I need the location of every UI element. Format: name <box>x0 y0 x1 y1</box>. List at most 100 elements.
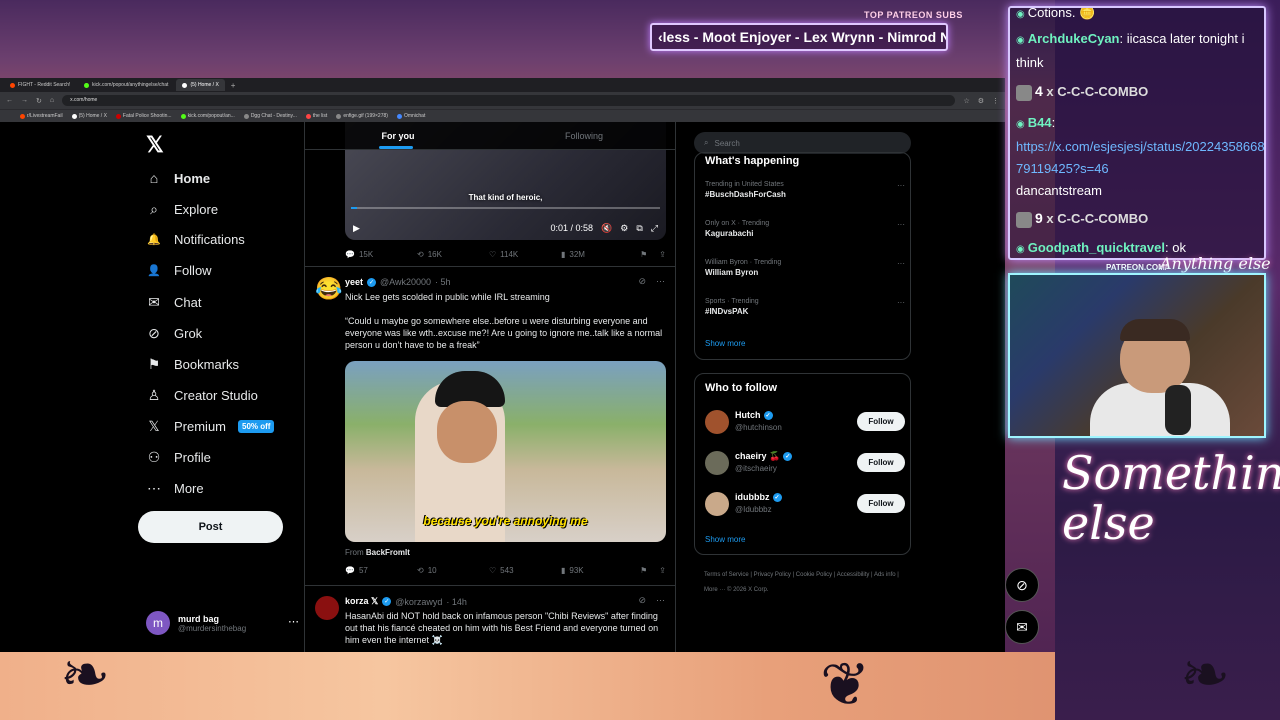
pip-icon[interactable]: ⧉ <box>636 223 642 234</box>
bookmark-item[interactable]: the list <box>305 113 327 119</box>
nav-profile[interactable]: ⚇ Profile <box>146 449 211 466</box>
grok-icon[interactable]: ⊘ <box>638 276 646 287</box>
follow-suggestion[interactable]: idubbbz ✓ @Idubbbz Follow <box>705 490 905 518</box>
more-icon[interactable]: ··· <box>897 220 905 229</box>
tweet[interactable]: 😂 yeet ✓ @Awk20000 · 5h ⊘ ⋯ Nick Lee gets… <box>305 266 675 585</box>
avatar[interactable] <box>315 596 339 620</box>
nav-chat[interactable]: ✉ Chat <box>146 294 201 311</box>
more-icon[interactable]: ··· <box>897 181 905 190</box>
tab-for-you[interactable]: For you <box>305 122 491 149</box>
views-button[interactable]: ▮ 93K <box>561 566 633 575</box>
bookmark-item[interactable]: Omnichat <box>396 113 425 119</box>
home-icon[interactable]: ⌂ <box>50 97 54 104</box>
tweet-video[interactable]: because you're annoying me <box>345 361 666 542</box>
browser-tab[interactable]: kick.com/popout/anythingelse/chat <box>78 79 174 91</box>
more-icon[interactable]: ··· <box>897 298 905 307</box>
more-icon[interactable]: ⋯ <box>656 276 665 287</box>
menu-icon[interactable]: ⋮ <box>992 97 999 105</box>
follow-suggestion[interactable]: chaeiry 🍒 ✓ @itschaeiry Follow <box>705 449 905 477</box>
follow-button[interactable]: Follow <box>857 494 905 513</box>
show-more-link[interactable]: Show more <box>705 535 745 544</box>
nav-explore[interactable]: ⌕ Explore <box>146 201 218 218</box>
reload-icon[interactable]: ↻ <box>36 97 42 105</box>
grok-icon[interactable]: ⊘ <box>638 595 646 606</box>
more-icon[interactable]: ··· <box>897 259 905 268</box>
tweet-author-name[interactable]: yeet <box>345 277 363 287</box>
reply-button[interactable]: 💬 57 <box>345 566 417 575</box>
account-switcher[interactable]: m murd bag @murdersinthebag ⋯ <box>146 611 299 635</box>
nav-home[interactable]: ⌂ Home <box>146 170 210 186</box>
nav-bookmarks[interactable]: ⚑ Bookmarks <box>146 356 239 373</box>
trend-item[interactable]: Sports · Trending #INDvsPAK ··· <box>705 298 905 316</box>
source-name[interactable]: BackFromIt <box>366 548 410 557</box>
tweet-author-handle[interactable]: @Awk20000 <box>380 277 431 287</box>
trend-meta: Trending in United States <box>705 181 784 188</box>
share-icon[interactable]: ⇪ <box>659 566 666 575</box>
trend-item[interactable]: Only on X · Trending Kagurabachi ··· <box>705 220 905 238</box>
patreon-label: TOP PATREON SUBS <box>864 10 963 20</box>
bookmark-item[interactable]: Dgg Chat - Destiny... <box>243 113 297 119</box>
repost-button[interactable]: ⟲ 16K <box>417 250 489 259</box>
bookmark-icon[interactable]: ⚑ <box>640 250 647 259</box>
grok-fab-icon[interactable]: ⊘ <box>1005 568 1039 602</box>
video-progress-bar[interactable] <box>351 207 660 209</box>
follow-suggestion[interactable]: Hutch ✓ @hutchinson Follow <box>705 408 905 436</box>
tweet-author-name[interactable]: korza 𝕏 <box>345 596 378 607</box>
new-tab-icon[interactable]: + <box>231 81 236 90</box>
more-icon[interactable]: ⋯ <box>656 595 665 606</box>
tab-following[interactable]: Following <box>491 122 675 149</box>
footer-links[interactable]: Terms of Service | Privacy Policy | Cook… <box>704 568 914 598</box>
bookmark-item[interactable]: kick.com/popout/an... <box>180 113 235 119</box>
bookmark-item[interactable]: Fatal Police Shootin... <box>115 113 172 119</box>
x-logo-icon[interactable]: 𝕏 <box>146 132 164 158</box>
settings-icon[interactable]: ⚙ <box>620 223 628 234</box>
bookmark-item[interactable]: r/LivestreamFail <box>20 113 63 119</box>
forward-icon[interactable]: → <box>21 97 28 104</box>
nav-follow[interactable]: 👤 Follow <box>146 263 211 278</box>
show-more-link[interactable]: Show more <box>705 339 745 348</box>
nav-more[interactable]: ⋯ More <box>146 480 204 497</box>
avatar[interactable]: 😂 <box>315 277 342 301</box>
back-icon[interactable]: ← <box>6 97 13 104</box>
avatar[interactable] <box>705 451 729 475</box>
chat-badge-icon: ◉ <box>1016 119 1025 130</box>
account-more-icon[interactable]: ⋯ <box>288 615 299 628</box>
timeline: For you Following That kind of heroic, ▶… <box>304 122 676 652</box>
nav-label: Creator Studio <box>174 388 258 403</box>
bookmark-item[interactable]: (5) Home / X <box>71 113 107 119</box>
browser-tab[interactable]: FIGHT - Reddit Search! <box>4 79 76 91</box>
trend-item[interactable]: William Byron · Trending William Byron ··· <box>705 259 905 277</box>
bookmark-item[interactable]: enfige.gif (199×278) <box>336 113 388 119</box>
search-input[interactable]: ⌕ Search <box>694 132 911 154</box>
avatar[interactable] <box>705 410 729 434</box>
reply-button[interactable]: 💬 15K <box>345 250 417 259</box>
views-button[interactable]: ▮ 32M <box>561 250 633 259</box>
messages-fab-icon[interactable]: ✉ <box>1005 610 1039 644</box>
mute-icon[interactable]: 🔇 <box>601 223 612 234</box>
like-button[interactable]: ♡ 543 <box>489 566 561 575</box>
nav-grok[interactable]: ⊘ Grok <box>146 325 202 342</box>
avatar[interactable] <box>705 492 729 516</box>
tweet[interactable]: korza 𝕏 ✓ @korzawyd · 14h ⊘ ⋯ HasanAbi di… <box>305 585 675 652</box>
star-icon[interactable]: ☆ <box>963 97 969 105</box>
play-icon[interactable]: ▶ <box>353 223 360 234</box>
url-input[interactable]: x.com/home <box>62 95 956 106</box>
nav-premium[interactable]: 𝕏 Premium 50% off <box>146 418 275 435</box>
nav-label: Grok <box>174 326 203 341</box>
follow-button[interactable]: Follow <box>857 412 905 431</box>
trend-item[interactable]: Trending in United States #BuschDashForCa… <box>705 181 905 199</box>
extensions-icon[interactable]: ⚙ <box>978 97 984 105</box>
share-icon[interactable]: ⇪ <box>659 250 666 259</box>
bookmark-favicon-icon <box>336 113 342 119</box>
chat-link[interactable]: https://x.com/esjesjesj/status/202243586… <box>1016 139 1264 176</box>
repost-button[interactable]: ⟲ 10 <box>417 566 489 575</box>
nav-creator-studio[interactable]: ♙ Creator Studio <box>146 387 258 404</box>
browser-tab-active[interactable]: (5) Home / X <box>176 79 225 91</box>
post-button[interactable]: Post <box>138 511 283 543</box>
bookmark-icon[interactable]: ⚑ <box>640 566 647 575</box>
nav-notifications[interactable]: 🔔 Notifications <box>146 232 245 247</box>
like-button[interactable]: ♡ 114K <box>489 250 561 259</box>
tweet-author-handle[interactable]: @korzawyd <box>395 597 442 607</box>
follow-button[interactable]: Follow <box>857 453 905 472</box>
fullscreen-icon[interactable]: ⤢ <box>651 223 658 234</box>
